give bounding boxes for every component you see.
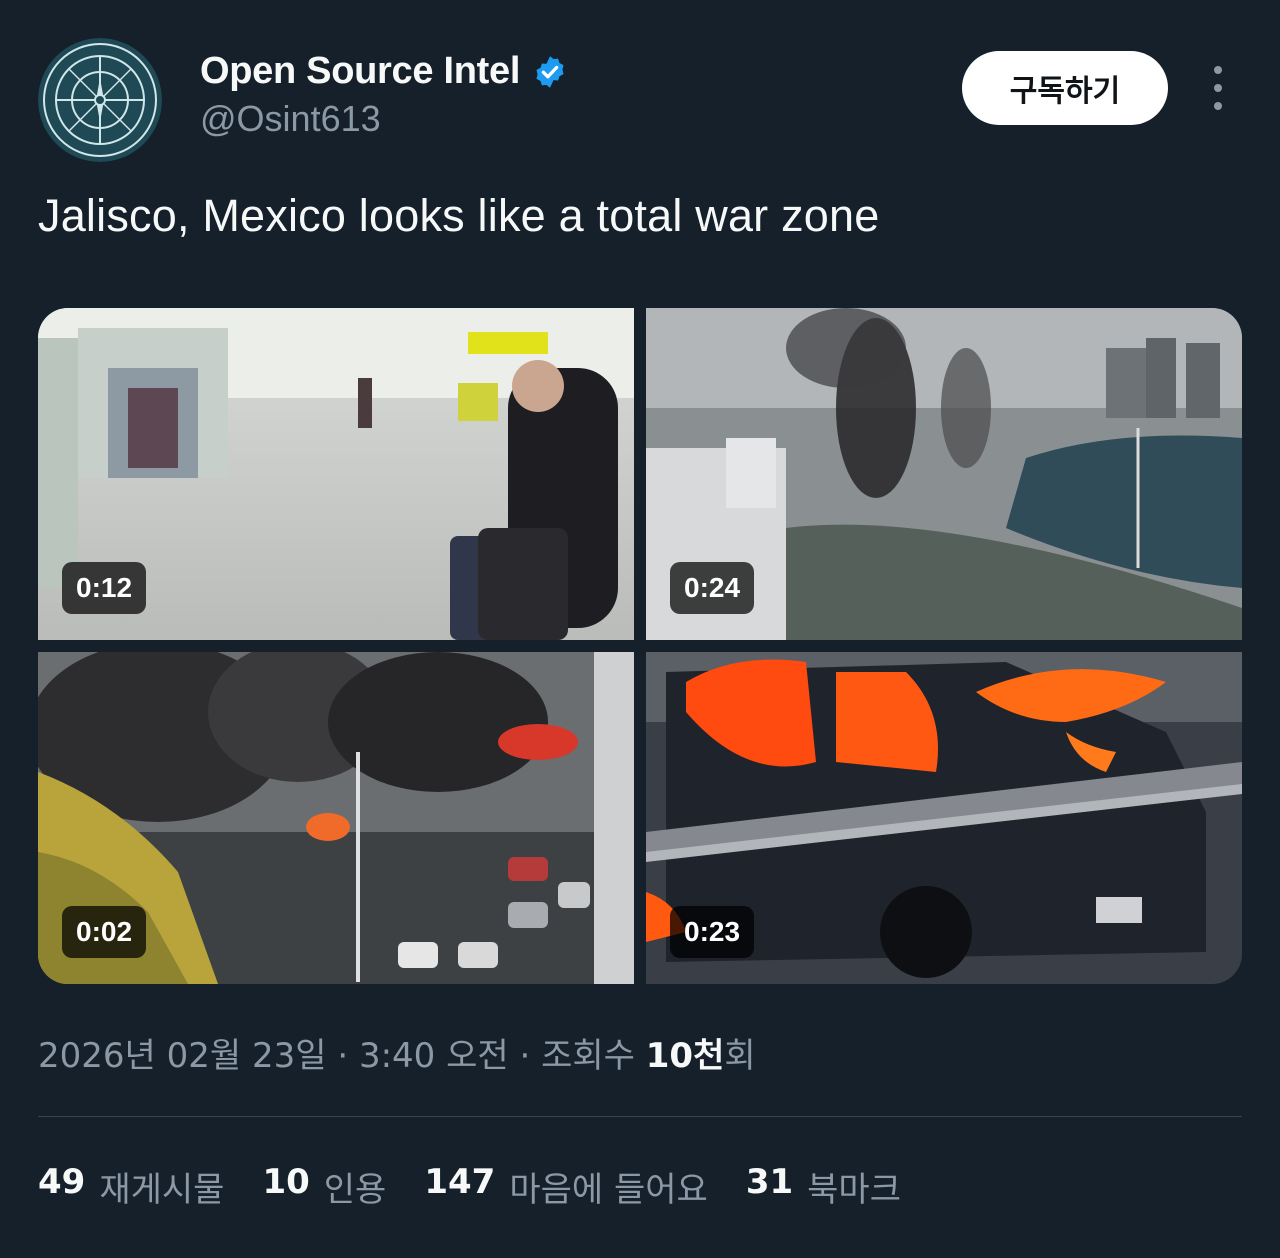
quotes-count: 10 (262, 1162, 310, 1202)
video-duration: 0:12 (62, 562, 147, 614)
reposts-count: 49 (38, 1162, 86, 1202)
subscribe-button[interactable]: 구독하기 (962, 51, 1168, 125)
views-count: 10천 (645, 1036, 725, 1076)
media-grid: 0:12 0:24 0:02 0:23 (38, 308, 1242, 984)
video-thumbnail-parking-fire[interactable]: 0:02 (38, 652, 634, 984)
tweet-meta: 2026년 02월 23일 · 3:40 오전 · 조회수 10천회 (38, 1028, 756, 1077)
compass-emblem-icon (38, 38, 162, 162)
video-thumbnail-burning-car[interactable]: 0:23 (646, 652, 1242, 984)
avatar[interactable] (38, 38, 162, 162)
bookmarks-count: 31 (745, 1162, 794, 1202)
vertical-ellipsis-icon (1214, 102, 1222, 110)
author-name-row[interactable]: Open Source Intel (200, 50, 568, 93)
reposts-stat[interactable]: 49 재게시물 (38, 1162, 224, 1211)
meta-separator: · (508, 1036, 542, 1076)
video-thumbnail-airport[interactable]: 0:12 (38, 308, 634, 640)
author-display-name[interactable]: Open Source Intel (200, 50, 520, 93)
likes-label: 마음에 들어요 (509, 1170, 708, 1210)
views-label: 조회수 (541, 1036, 646, 1076)
author-handle[interactable]: @Osint613 (200, 98, 381, 140)
video-duration: 0:24 (670, 562, 755, 614)
tweet-time[interactable]: 3:40 오전 (359, 1036, 509, 1076)
engagement-stats: 49 재게시물 10 인용 147 마음에 들어요 31 북마크 (38, 1162, 901, 1211)
bookmarks-label: 북마크 (807, 1170, 901, 1210)
vertical-ellipsis-icon (1214, 66, 1222, 74)
likes-stat[interactable]: 147 마음에 들어요 (424, 1162, 707, 1211)
bookmarks-stat[interactable]: 31 북마크 (746, 1162, 901, 1211)
meta-separator: · (326, 1036, 359, 1076)
divider (38, 1116, 1242, 1117)
vertical-ellipsis-icon (1214, 84, 1222, 92)
quotes-label: 인용 (323, 1170, 387, 1210)
likes-count: 147 (424, 1162, 496, 1202)
video-duration: 0:02 (62, 906, 147, 958)
video-thumbnail-city-smoke[interactable]: 0:24 (646, 308, 1242, 640)
views-suffix: 회 (724, 1036, 756, 1076)
more-options-button[interactable] (1200, 66, 1236, 110)
tweet-text: Jalisco, Mexico looks like a total war z… (38, 190, 880, 241)
video-duration: 0:23 (670, 906, 755, 958)
verified-badge-icon (536, 55, 564, 88)
tweet-date[interactable]: 2026년 02월 23일 (38, 1036, 327, 1076)
reposts-label: 재게시물 (99, 1170, 225, 1210)
quotes-stat[interactable]: 10 인용 (262, 1162, 386, 1211)
